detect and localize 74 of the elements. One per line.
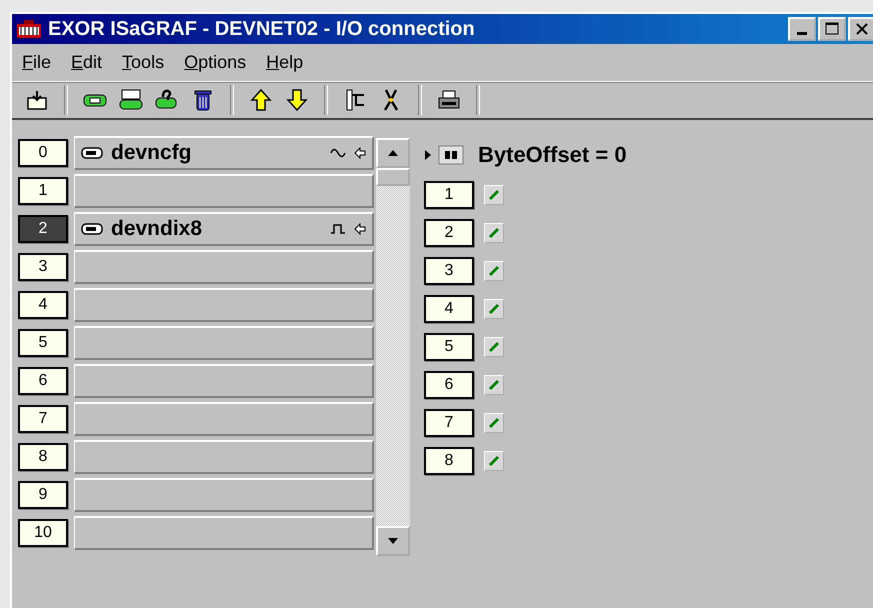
slot[interactable] xyxy=(74,288,374,322)
slot-number[interactable]: 8 xyxy=(18,443,68,471)
card-icon xyxy=(81,222,103,236)
slot[interactable] xyxy=(74,364,374,398)
pencil-button[interactable] xyxy=(484,337,504,357)
up-triangle-icon xyxy=(387,149,399,157)
slot[interactable]: devncfg xyxy=(74,136,374,170)
left-arrow-icon xyxy=(354,147,366,159)
slot-number[interactable]: 7 xyxy=(18,405,68,433)
pencil-button[interactable] xyxy=(484,451,504,471)
channel-number: 8 xyxy=(424,447,474,475)
pencil-button[interactable] xyxy=(484,375,504,395)
left-arrow-icon xyxy=(354,223,366,235)
close-icon xyxy=(856,23,868,35)
byte-offset-label: ByteOffset = 0 xyxy=(478,142,627,168)
pencil-icon xyxy=(488,341,500,353)
slot[interactable] xyxy=(74,402,374,436)
menu-item[interactable]: Edit xyxy=(65,50,108,75)
slot-number[interactable]: 5 xyxy=(18,329,68,357)
slot[interactable] xyxy=(74,326,374,360)
window-title: EXOR ISaGRAF - DEVNET02 - I/O connection xyxy=(48,18,476,40)
menu-item[interactable]: Options xyxy=(178,50,252,75)
scroll-thumb[interactable] xyxy=(376,168,410,186)
pencil-button[interactable] xyxy=(484,223,504,243)
slot-number[interactable]: 4 xyxy=(18,291,68,319)
pulse-icon xyxy=(330,224,346,234)
menu-item[interactable]: Help xyxy=(260,50,310,75)
slot[interactable] xyxy=(74,440,374,474)
maximize-button[interactable] xyxy=(818,17,846,41)
channel-number: 1 xyxy=(424,181,474,209)
close-button[interactable] xyxy=(848,17,873,41)
slot-number[interactable]: 10 xyxy=(18,519,68,547)
pencil-icon xyxy=(488,227,500,239)
channel-number: 4 xyxy=(424,295,474,323)
slot-number[interactable]: 6 xyxy=(18,367,68,395)
channel-number: 2 xyxy=(424,219,474,247)
expand-arrow-icon[interactable] xyxy=(424,149,432,161)
sine-wave-icon xyxy=(330,148,346,158)
card-icon xyxy=(81,146,103,160)
minimize-icon xyxy=(797,32,807,35)
channel-number: 6 xyxy=(424,371,474,399)
slot-number[interactable]: 3 xyxy=(18,253,68,281)
pencil-icon xyxy=(488,265,500,277)
slot[interactable] xyxy=(74,174,374,208)
pencil-button[interactable] xyxy=(484,261,504,281)
pencil-icon xyxy=(488,417,500,429)
pencil-button[interactable] xyxy=(484,185,504,205)
scroll-down-button[interactable] xyxy=(376,526,410,556)
slot-number[interactable]: 1 xyxy=(18,177,68,205)
menu-item[interactable]: File xyxy=(16,50,58,75)
slot-number[interactable]: 9 xyxy=(18,481,68,509)
app-icon xyxy=(16,19,42,39)
pencil-button[interactable] xyxy=(484,413,504,433)
pencil-icon xyxy=(488,189,500,201)
menu-item[interactable]: Tools xyxy=(116,50,170,75)
channel-number: 5 xyxy=(424,333,474,361)
slot[interactable]: devndix8 xyxy=(74,212,374,246)
board-icon xyxy=(438,145,464,165)
channel-number: 3 xyxy=(424,257,474,285)
slot[interactable] xyxy=(74,250,374,284)
minimize-button[interactable] xyxy=(788,17,816,41)
scroll-up-button[interactable] xyxy=(376,138,410,168)
maximize-icon xyxy=(825,22,839,36)
scrollbar[interactable] xyxy=(376,138,410,556)
down-triangle-icon xyxy=(387,537,399,545)
pencil-icon xyxy=(488,303,500,315)
pencil-icon xyxy=(488,379,500,391)
pencil-button[interactable] xyxy=(484,299,504,319)
slot[interactable] xyxy=(74,478,374,512)
slot[interactable] xyxy=(74,516,374,550)
pencil-icon xyxy=(488,455,500,467)
slot-number[interactable]: 0 xyxy=(18,139,68,167)
slot-number[interactable]: 2 xyxy=(18,215,68,243)
channel-number: 7 xyxy=(424,409,474,437)
